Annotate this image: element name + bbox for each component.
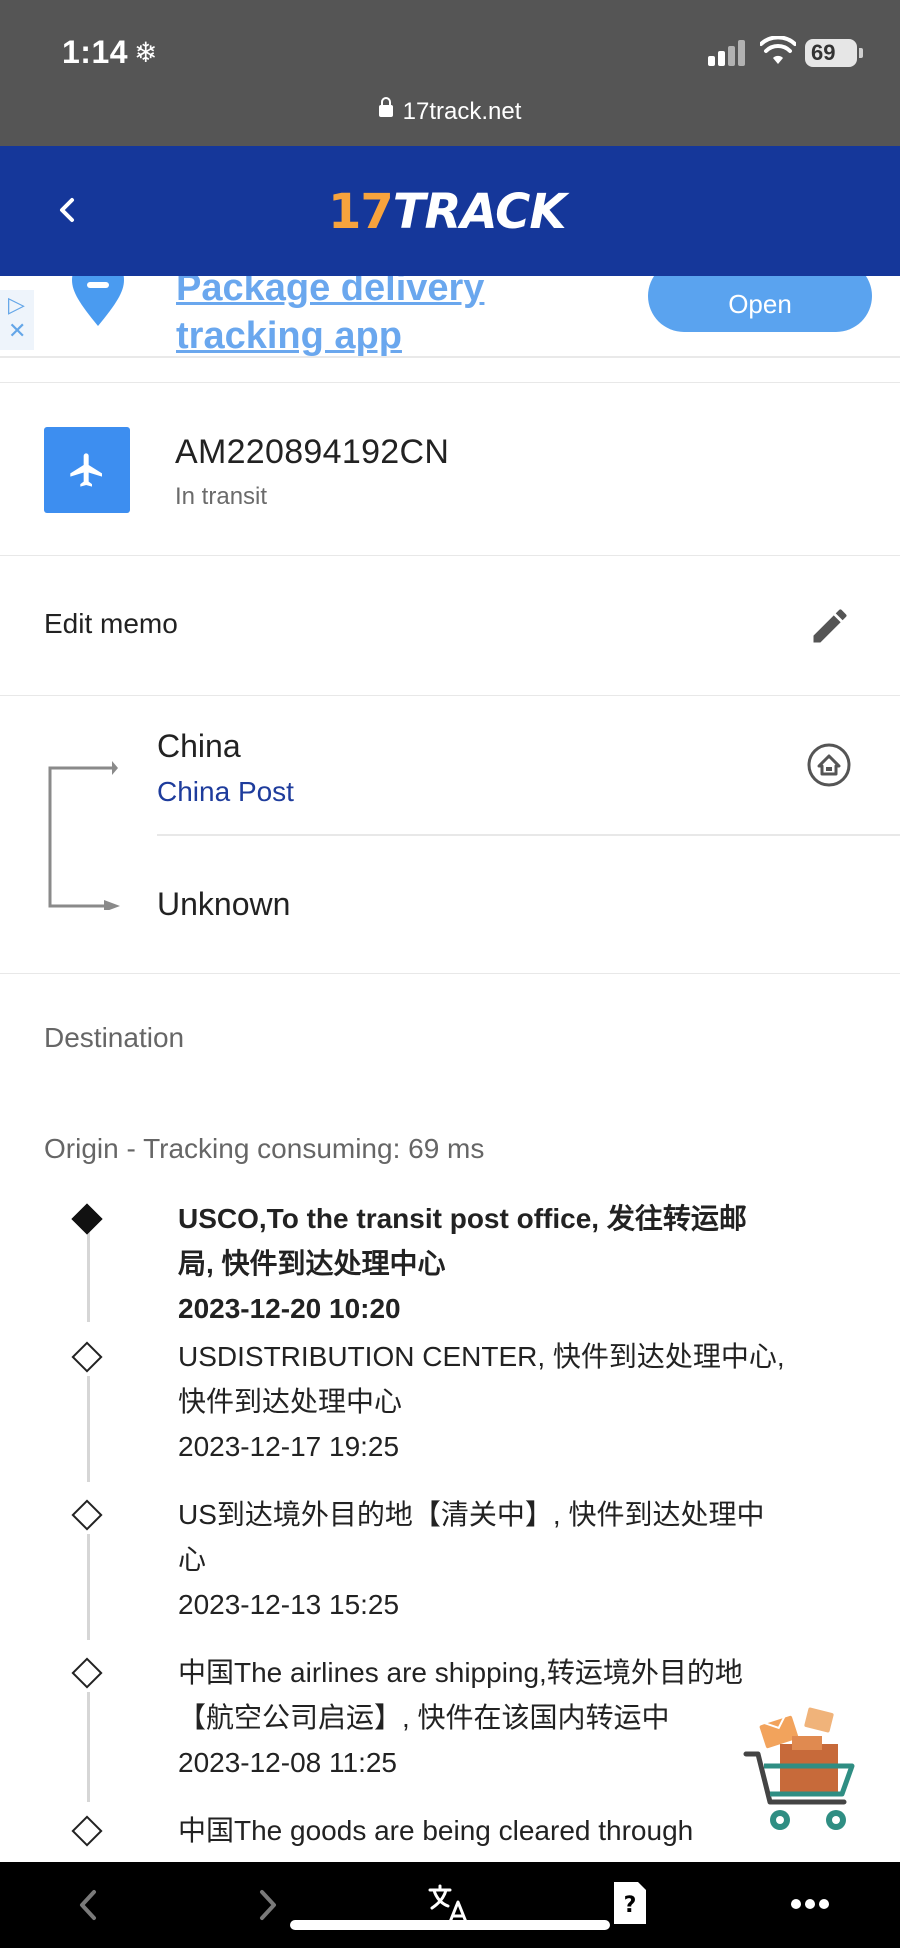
url-text: 17track.net — [402, 98, 522, 125]
17track-logo[interactable]: 17TRACK — [328, 184, 567, 240]
timeline-connector — [87, 1224, 90, 1322]
logo-text: TRACK — [392, 184, 567, 240]
event-time: 2023-12-13 15:25 — [178, 1589, 400, 1620]
event-line: 中国The goods are being cleared through — [178, 1815, 694, 1846]
event-text: US到达境外目的地【清关中】, 快件到达处理中 心 2023-12-13 15:… — [178, 1492, 828, 1627]
route-divider — [157, 834, 900, 836]
event-text: USDISTRIBUTION CENTER, 快件到达处理中心, 快件到达处理中… — [178, 1334, 828, 1469]
timeline-connector — [87, 1692, 90, 1802]
ad-play-icon: ▷ — [8, 292, 25, 317]
chevron-left-icon[interactable] — [48, 190, 88, 230]
event-time: 2023-12-20 10:20 — [178, 1293, 401, 1324]
diamond-outline-icon — [71, 1341, 103, 1373]
chevron-right-icon[interactable] — [254, 1888, 282, 1922]
destination-section-label: Destination — [44, 1022, 185, 1053]
diamond-outline-icon — [71, 1499, 103, 1531]
shopping-cart-illustration[interactable] — [740, 1706, 864, 1836]
browser-toolbar: ? — [0, 1862, 900, 1948]
event-time: 2023-12-08 11:25 — [178, 1747, 397, 1778]
event-line: 【航空公司启运】, 快件在该国内转运中 — [178, 1702, 670, 1733]
edit-memo-row[interactable]: Edit memo — [0, 556, 900, 696]
ad-banner[interactable]: ▷ ✕ Package delivery tracking app Open — [0, 276, 900, 358]
ad-title-line-2: tracking app — [176, 315, 402, 357]
ad-title[interactable]: Package delivery tracking app — [176, 276, 485, 357]
lock-icon — [378, 96, 393, 117]
event-text: 中国The goods are being cleared through — [178, 1808, 828, 1853]
cellular-signal-icon — [708, 40, 752, 66]
app-header: 17TRACK — [0, 146, 900, 276]
event-time: 2023-12-17 19:25 — [178, 1431, 400, 1462]
tracking-number: AM220894192CN — [175, 433, 450, 471]
event-line: USDISTRIBUTION CENTER, 快件到达处理中心, — [178, 1341, 785, 1372]
pencil-icon[interactable] — [808, 604, 852, 648]
event-line: 快件到达处理中心 — [178, 1386, 403, 1417]
event-line: 局, 快件到达处理中心 — [178, 1248, 446, 1279]
event-line: US到达境外目的地【清关中】, 快件到达处理中 — [178, 1499, 765, 1530]
location-pin-icon — [72, 276, 124, 326]
diamond-outline-icon — [71, 1657, 103, 1689]
diamond-outline-icon — [71, 1815, 103, 1847]
tracking-summary[interactable]: AM220894192CN In transit — [0, 382, 900, 556]
route-connector — [48, 761, 120, 910]
help-icon[interactable]: ? — [612, 1880, 648, 1926]
destination-country: Unknown — [157, 886, 291, 922]
home-circle-icon[interactable] — [806, 742, 852, 788]
event-line: 中国The airlines are shipping,转运境外目的地 — [178, 1657, 743, 1688]
home-indicator[interactable] — [290, 1920, 610, 1930]
ad-close-icon[interactable]: ✕ — [8, 318, 26, 344]
airplane-icon — [70, 453, 102, 487]
ad-title-line-1: Package delivery — [176, 276, 485, 309]
event-text: 中国The airlines are shipping,转运境外目的地 【航空公… — [178, 1650, 828, 1785]
ad-choices-badge[interactable]: ▷ ✕ — [0, 290, 34, 350]
timeline-connector — [87, 1534, 90, 1640]
timeline-connector — [87, 1376, 90, 1482]
edit-memo-label: Edit memo — [44, 608, 178, 639]
carrier-link[interactable]: China Post — [157, 776, 294, 808]
browser-url-bar[interactable]: 17track.net — [0, 88, 900, 146]
transport-badge — [44, 427, 130, 513]
event-line: USCO,To the transit post office, 发往转运邮 — [178, 1203, 747, 1234]
svg-text:?: ? — [624, 1893, 637, 1918]
snowflake-icon: ❄ — [134, 37, 158, 68]
status-time: 1:14 — [62, 34, 129, 70]
origin-country: China — [157, 728, 241, 764]
tracking-status: In transit — [175, 483, 268, 510]
diamond-filled-icon — [71, 1203, 103, 1235]
battery-indicator: 69 — [805, 39, 863, 67]
more-icon[interactable] — [790, 1898, 830, 1910]
logo-number: 17 — [328, 184, 394, 240]
wifi-icon — [760, 36, 796, 64]
event-line: 心 — [178, 1544, 207, 1575]
ad-open-button[interactable]: Open — [648, 276, 872, 332]
chevron-left-icon[interactable] — [74, 1888, 102, 1922]
origin-section-label: Origin - Tracking consuming: 69 ms — [44, 1133, 485, 1164]
event-text: USCO,To the transit post office, 发往转运邮 局… — [178, 1196, 828, 1331]
route-card: China China Post Unknown — [0, 696, 900, 974]
